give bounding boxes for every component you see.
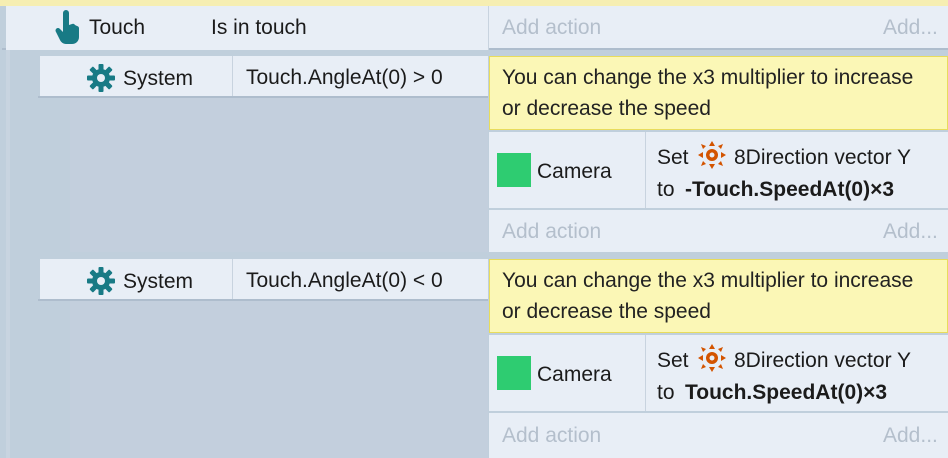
subevent-1-action-object: Camera: [537, 160, 612, 183]
subevent-2-action-to: to: [657, 381, 675, 404]
gear-icon: [86, 266, 116, 296]
subevent-1-action-set[interactable]: Set: [657, 146, 689, 170]
subevent-2-action-target[interactable]: 8Direction vector Y: [734, 349, 911, 373]
subevent-2-add-more[interactable]: Add...: [883, 424, 938, 448]
subevent-2-action-value[interactable]: Touch.SpeedAt(0)×3: [685, 381, 887, 405]
camera-object-icon: [497, 153, 531, 187]
subevent-1-object-name: System: [123, 67, 194, 90]
subevent-1-action-to: to: [657, 178, 675, 201]
subevent-2-action-set[interactable]: Set: [657, 349, 689, 373]
subevent-2-action-divider: [645, 335, 646, 411]
subevent-1-comment[interactable]: You can change the x3 multiplier to incr…: [489, 56, 948, 130]
eight-direction-icon: [697, 343, 727, 373]
eight-direction-icon: [697, 140, 727, 170]
subevent-2-header-shadow: [38, 299, 488, 301]
subevent-1-action-value[interactable]: -Touch.SpeedAt(0)×3: [685, 178, 894, 202]
event-condition-text[interactable]: Is in touch: [211, 16, 307, 40]
add-action-link[interactable]: Add action: [502, 16, 601, 40]
subevent-1-header-shadow: [38, 96, 488, 98]
subevent-1-add-more[interactable]: Add...: [883, 220, 938, 244]
subevent-2-condition-text[interactable]: Touch.AngleAt(0) < 0: [246, 269, 443, 293]
camera-object-icon: [497, 356, 531, 390]
gear-icon: [86, 63, 116, 93]
subevent-2-object-name: System: [123, 270, 194, 293]
subevent-1-body: [70, 96, 488, 252]
add-more-link[interactable]: Add...: [883, 16, 938, 40]
subevent-1-condition-text[interactable]: Touch.AngleAt(0) > 0: [246, 66, 443, 90]
subevent-1-add-action[interactable]: Add action: [502, 220, 601, 244]
hand-touch-icon: [54, 10, 82, 44]
event-object-name: Touch: [89, 16, 146, 39]
subevent-2-add-action[interactable]: Add action: [502, 424, 601, 448]
subevent-2-comment[interactable]: You can change the x3 multiplier to incr…: [489, 259, 948, 333]
subevent-2-body: [70, 299, 488, 458]
subevent-1-action-divider: [645, 132, 646, 208]
subevent-1-action-target[interactable]: 8Direction vector Y: [734, 146, 911, 170]
subevent-2-divider: [232, 259, 233, 299]
subevent-2-action-object: Camera: [537, 363, 612, 386]
indent-bar: [6, 50, 10, 458]
subevent-1-divider: [232, 56, 233, 96]
